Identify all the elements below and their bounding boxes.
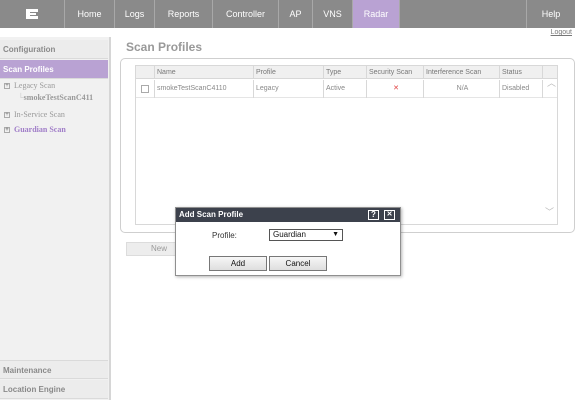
cell-name: smokeTestScanC4110 (155, 80, 254, 98)
sidebar-maintenance[interactable]: Maintenance (0, 360, 108, 379)
tree-legacy-child[interactable]: └smokeTestScanC411 (18, 93, 93, 102)
sidebar: Configuration Scan Profiles + Legacy Scan… (0, 37, 111, 400)
nav-radar[interactable]: Radar (352, 0, 399, 28)
column-header[interactable]: Status (500, 66, 543, 79)
profile-label: Profile: (212, 231, 237, 240)
tree-legacy-child-label: smokeTestScanC411 (23, 93, 94, 102)
expand-icon[interactable]: + (4, 83, 10, 90)
profile-select[interactable]: Guardian ▼ (269, 229, 343, 241)
dialog-title-bar: Add Scan Profile ? ✕ (176, 208, 400, 222)
cell-security-scan: ✕ (367, 80, 424, 98)
nav-reports[interactable]: Reports (154, 0, 212, 28)
scroll-down-icon[interactable]: ﹀ (545, 205, 554, 218)
table-row[interactable]: smokeTestScanC4110 Legacy Active ✕ N/A D… (136, 80, 557, 98)
expand-icon[interactable]: + (4, 127, 10, 134)
nav-help[interactable]: Help (526, 0, 575, 28)
sidebar-location-engine[interactable]: Location Engine (0, 380, 108, 399)
column-header[interactable]: Name (155, 66, 254, 79)
nav-ap[interactable]: AP (278, 0, 312, 28)
chevron-down-icon: ▼ (332, 231, 339, 238)
row-checkbox[interactable] (141, 85, 149, 93)
scan-profiles-table: Name Profile Type Security Scan Interfer… (135, 65, 558, 225)
column-header[interactable]: Type (324, 66, 367, 79)
help-icon[interactable]: ? (368, 210, 379, 220)
column-header[interactable]: Interference Scan (424, 66, 500, 79)
cell-type: Active (324, 80, 367, 98)
row-checkbox-cell (136, 80, 155, 98)
table-header: Name Profile Type Security Scan Interfer… (136, 66, 557, 79)
page-title: Scan Profiles (126, 40, 203, 54)
cell-interference-scan: N/A (424, 80, 500, 98)
tree-guardian-scan-label: Guardian Scan (14, 125, 66, 134)
sidebar-scan-profiles[interactable]: Scan Profiles (0, 60, 108, 79)
nav-controller[interactable]: Controller (212, 0, 278, 28)
tree-legacy-scan[interactable]: + Legacy Scan (4, 81, 55, 90)
cell-profile: Legacy (254, 80, 324, 98)
scroll-up-icon[interactable]: ︿ (547, 76, 556, 89)
tree-in-service-scan-label: In-Service Scan (14, 110, 65, 119)
profile-select-value: Guardian (273, 230, 306, 239)
logo[interactable] (0, 0, 64, 28)
top-nav-bar: Home Logs Reports Controller AP VNS Rada… (0, 0, 575, 28)
tree-legacy-scan-label: Legacy Scan (14, 81, 56, 90)
nav-vns[interactable]: VNS (312, 0, 352, 28)
add-scan-profile-dialog: Add Scan Profile ? ✕ Profile: Guardian ▼… (175, 207, 401, 276)
sidebar-configuration[interactable]: Configuration (0, 40, 108, 59)
nav-logs[interactable]: Logs (114, 0, 154, 28)
expand-icon[interactable]: + (4, 112, 10, 119)
tree-guardian-scan[interactable]: + Guardian Scan (4, 125, 66, 134)
tree-in-service-scan[interactable]: + In-Service Scan (4, 110, 65, 119)
cell-status: Disabled (500, 80, 543, 98)
nav-home[interactable]: Home (64, 0, 114, 28)
dialog-title: Add Scan Profile (179, 210, 244, 219)
close-icon[interactable]: ✕ (384, 210, 395, 220)
column-header[interactable]: Profile (254, 66, 324, 79)
header-checkbox-col (136, 66, 155, 79)
cancel-button[interactable]: Cancel (269, 256, 327, 271)
logout-link[interactable]: Logout (551, 29, 572, 36)
add-button[interactable]: Add (209, 256, 267, 271)
logo-icon (26, 9, 38, 19)
nav-spacer (399, 0, 526, 28)
column-header[interactable]: Security Scan (367, 66, 424, 79)
